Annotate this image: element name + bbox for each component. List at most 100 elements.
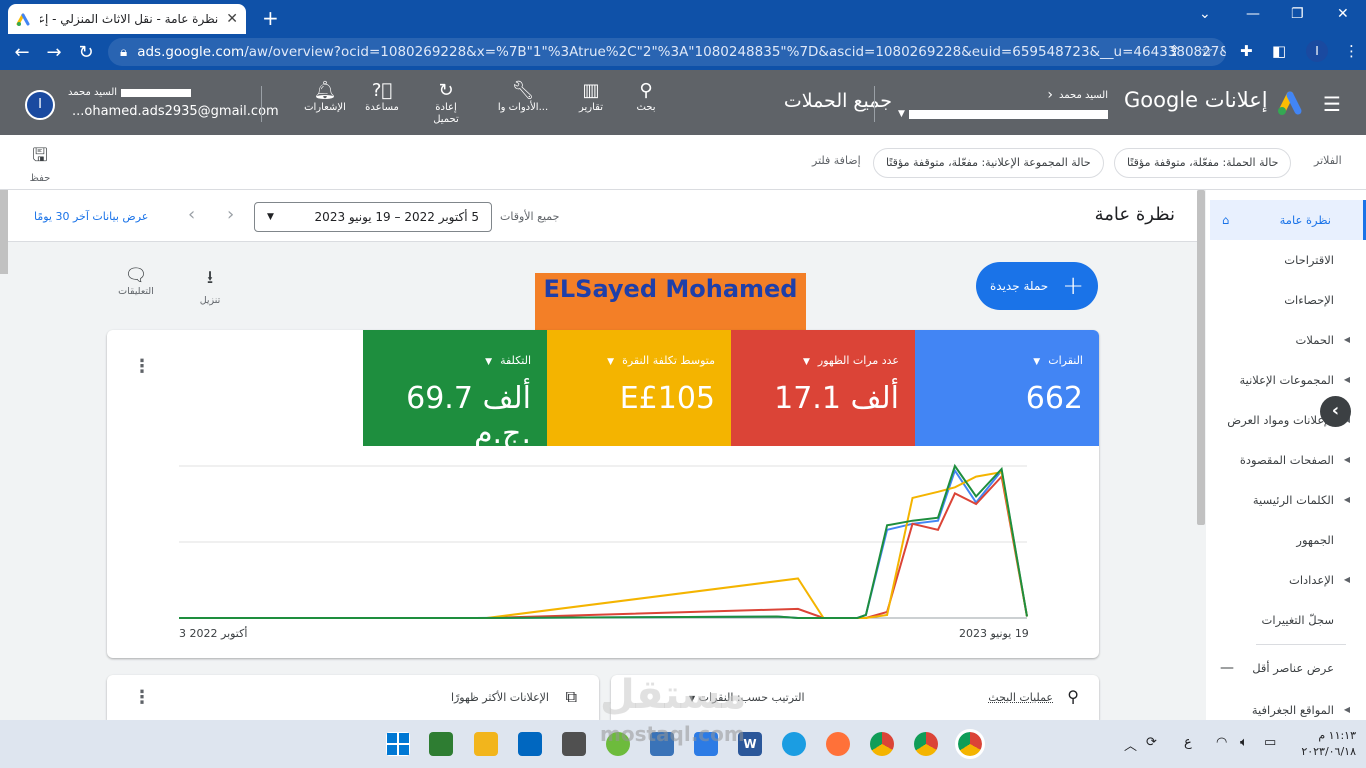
browser-menu-icon[interactable]: ⋮: [1344, 42, 1359, 60]
more-options-icon[interactable]: ⋮: [133, 687, 151, 708]
hamburger-menu-icon[interactable]: ☰: [1323, 92, 1341, 116]
system-clock[interactable]: ١١:١٣ م ٢٠٢٣/٠٦/١٨: [1296, 729, 1356, 758]
tray-chevron-up-icon[interactable]: ︿: [1124, 735, 1137, 754]
tools-button[interactable]: 🔧︎ الأدوات وا...: [488, 80, 558, 113]
chrome-profile-icon[interactable]: [914, 732, 938, 756]
extensions-icon[interactable]: ✚: [1240, 42, 1253, 60]
language-indicator[interactable]: ع: [1184, 735, 1192, 750]
profile-icon[interactable]: I: [1306, 40, 1328, 62]
ad-preview-icon: ⧉: [565, 687, 577, 706]
sidebar-item[interactable]: الجمهور: [1210, 520, 1366, 560]
scrollbar[interactable]: [1197, 190, 1205, 525]
left-scrollbar[interactable]: [0, 190, 8, 274]
prev-period-chevron-icon[interactable]: ‹: [188, 204, 195, 225]
calculator-icon[interactable]: [562, 732, 586, 756]
sidebar-item[interactable]: نظرة عامة ⌂: [1210, 200, 1366, 240]
firefox-icon[interactable]: [826, 732, 850, 756]
address-bar[interactable]: 🔒︎ ads.google.com /aw/overview?ocid=1080…: [108, 38, 1226, 66]
divider: [261, 86, 262, 122]
metric-tile[interactable]: النقرات ▼ 662: [915, 330, 1099, 446]
save-button[interactable]: 🖫 حفظ: [28, 143, 52, 184]
sidebar-item-label: الكلمات الرئيسية: [1252, 493, 1334, 507]
gpu-app-icon[interactable]: [429, 732, 453, 756]
browser-tab[interactable]: نظرة عامة - نقل الاثاث المنزلي - إعلا ✕: [8, 4, 246, 34]
sidebar-item-label: المجموعات الإعلانية: [1239, 373, 1334, 387]
search-icon: ⚲: [639, 80, 653, 101]
restore-icon[interactable]: ❐: [1291, 6, 1304, 22]
sidebar-item[interactable]: الاقتراحات: [1210, 240, 1366, 280]
window-close-icon[interactable]: ✕: [1337, 6, 1349, 22]
metric-value: E£105: [619, 381, 715, 416]
search-terms-title: عمليات البحث: [988, 691, 1053, 704]
comments-button[interactable]: 🗨︎ التعليقات: [116, 265, 156, 297]
account-avatar[interactable]: I: [25, 90, 55, 120]
expand-arrow-icon: ◀: [1343, 375, 1350, 384]
metric-tile[interactable]: التكلفة ▼ 69.7 ألف ج.م.: [363, 330, 547, 451]
sidebar-item[interactable]: ◀ الكلمات الرئيسية: [1210, 480, 1366, 520]
dropdown-arrow-icon: ▼: [607, 357, 615, 367]
tab-title: نظرة عامة - نقل الاثاث المنزلي - إعلا: [40, 12, 219, 26]
share-icon[interactable]: ⇪: [1168, 42, 1181, 60]
help-button[interactable]: ?⃝ مساعدة: [347, 80, 417, 113]
google-ads-logo: إعلانات Google: [1124, 88, 1268, 112]
sidepanel-icon[interactable]: ◧: [1272, 42, 1286, 60]
dropdown-arrow-icon: ▼: [1033, 357, 1041, 367]
filter-bar: 🖫 حفظ إضافة فلتر حالة المجموعة الإعلانية…: [0, 135, 1366, 190]
metric-tile[interactable]: متوسط تكلفة النقرة ▼ E£105: [547, 330, 731, 446]
chevron-left-icon: ‹: [1047, 87, 1053, 103]
search-icon: ⚲: [1067, 687, 1079, 706]
new-campaign-button[interactable]: + حملة جديدة: [976, 262, 1098, 310]
sidebar-item[interactable]: ◀ الصفحات المقصودة: [1210, 440, 1366, 480]
minimize-icon[interactable]: —: [1246, 6, 1260, 22]
tab-search-chevron-icon[interactable]: ⌄: [1199, 6, 1211, 22]
dropdown-arrow-icon: ▼: [898, 109, 905, 119]
add-filter-button[interactable]: إضافة فلتر: [812, 154, 861, 167]
collapse-nav-chevron-icon[interactable]: ‹: [1320, 396, 1351, 427]
tray-app-icon[interactable]: ⟳: [1146, 735, 1157, 750]
sidebar-item-label: الإعلانات ومواد العرض: [1227, 413, 1334, 427]
account-switcher[interactable]: السيد محمد ‹ ▼: [898, 87, 1108, 119]
metric-label: عدد مرات الظهور ▼: [747, 354, 899, 367]
next-period-chevron-icon[interactable]: ›: [227, 204, 234, 225]
back-icon[interactable]: ←: [6, 42, 38, 63]
new-tab-icon[interactable]: +: [262, 6, 279, 30]
snipping-tool-icon[interactable]: [518, 732, 542, 756]
bookmark-star-icon[interactable]: ☆: [1200, 42, 1213, 60]
sidebar-item[interactable]: ◀ المجموعات الإعلانية: [1210, 360, 1366, 400]
filter-chip-adgroup-status[interactable]: حالة المجموعة الإعلانية: مفعّلة، متوقفة …: [873, 148, 1104, 178]
sidebar-item-label: الإعدادات: [1289, 573, 1334, 587]
chrome-active-icon[interactable]: [955, 729, 985, 759]
x-axis-end-label: 19 يونيو 2023: [959, 627, 1029, 640]
last-30-days-link[interactable]: عرض بيانات آخر 30 يومًا: [34, 210, 148, 223]
series-line: [179, 474, 1028, 619]
filter-chip-campaign-status[interactable]: حالة الحملة: مفعّلة، متوقفة مؤقتًا: [1114, 148, 1292, 178]
forward-icon[interactable]: →: [38, 42, 70, 63]
file-explorer-icon[interactable]: [474, 732, 498, 756]
url-path: /aw/overview?ocid=1080269228&x=%7B"1"%3A…: [244, 44, 1226, 60]
dropdown-arrow-icon: ▼: [267, 212, 274, 222]
search-button[interactable]: ⚲ بحث: [611, 80, 681, 113]
metric-value: 17.1 ألف: [774, 381, 899, 416]
expand-arrow-icon: ◀: [1343, 335, 1350, 344]
metric-tile[interactable]: عدد مرات الظهور ▼ 17.1 ألف: [731, 330, 915, 446]
sidebar-item[interactable]: سجلّ التغييرات: [1210, 600, 1366, 640]
battery-icon[interactable]: ▭: [1264, 735, 1276, 750]
volume-icon[interactable]: 🔈︎: [1240, 735, 1248, 750]
edge-icon[interactable]: [782, 732, 806, 756]
sidebar-item[interactable]: الإحصاءات: [1210, 280, 1366, 320]
refresh-button[interactable]: ↻ إعادة تحميل: [411, 80, 481, 126]
more-options-icon[interactable]: ⋮: [133, 356, 151, 377]
google-ads-favicon-icon: [16, 13, 30, 26]
wifi-icon[interactable]: ◠: [1216, 735, 1227, 750]
chrome-icon[interactable]: [870, 732, 894, 756]
page-title: نظرة عامة: [1094, 204, 1175, 225]
sidebar-item[interactable]: ◀ الإعدادات: [1210, 560, 1366, 600]
start-icon[interactable]: [386, 732, 410, 756]
sidebar-item-label: عرض عناصر أقل: [1252, 661, 1334, 675]
reload-icon[interactable]: ↻: [70, 42, 102, 63]
sidebar-item[interactable]: — عرض عناصر أقل: [1210, 648, 1366, 688]
download-button[interactable]: ⭳ تنزيل: [190, 265, 230, 306]
date-range-picker[interactable]: ▼ 5 أكتوبر 2022 – 19 يونيو 2023: [254, 202, 492, 232]
sidebar-item[interactable]: ◀ الحملات: [1210, 320, 1366, 360]
tab-close-icon[interactable]: ✕: [226, 11, 238, 27]
